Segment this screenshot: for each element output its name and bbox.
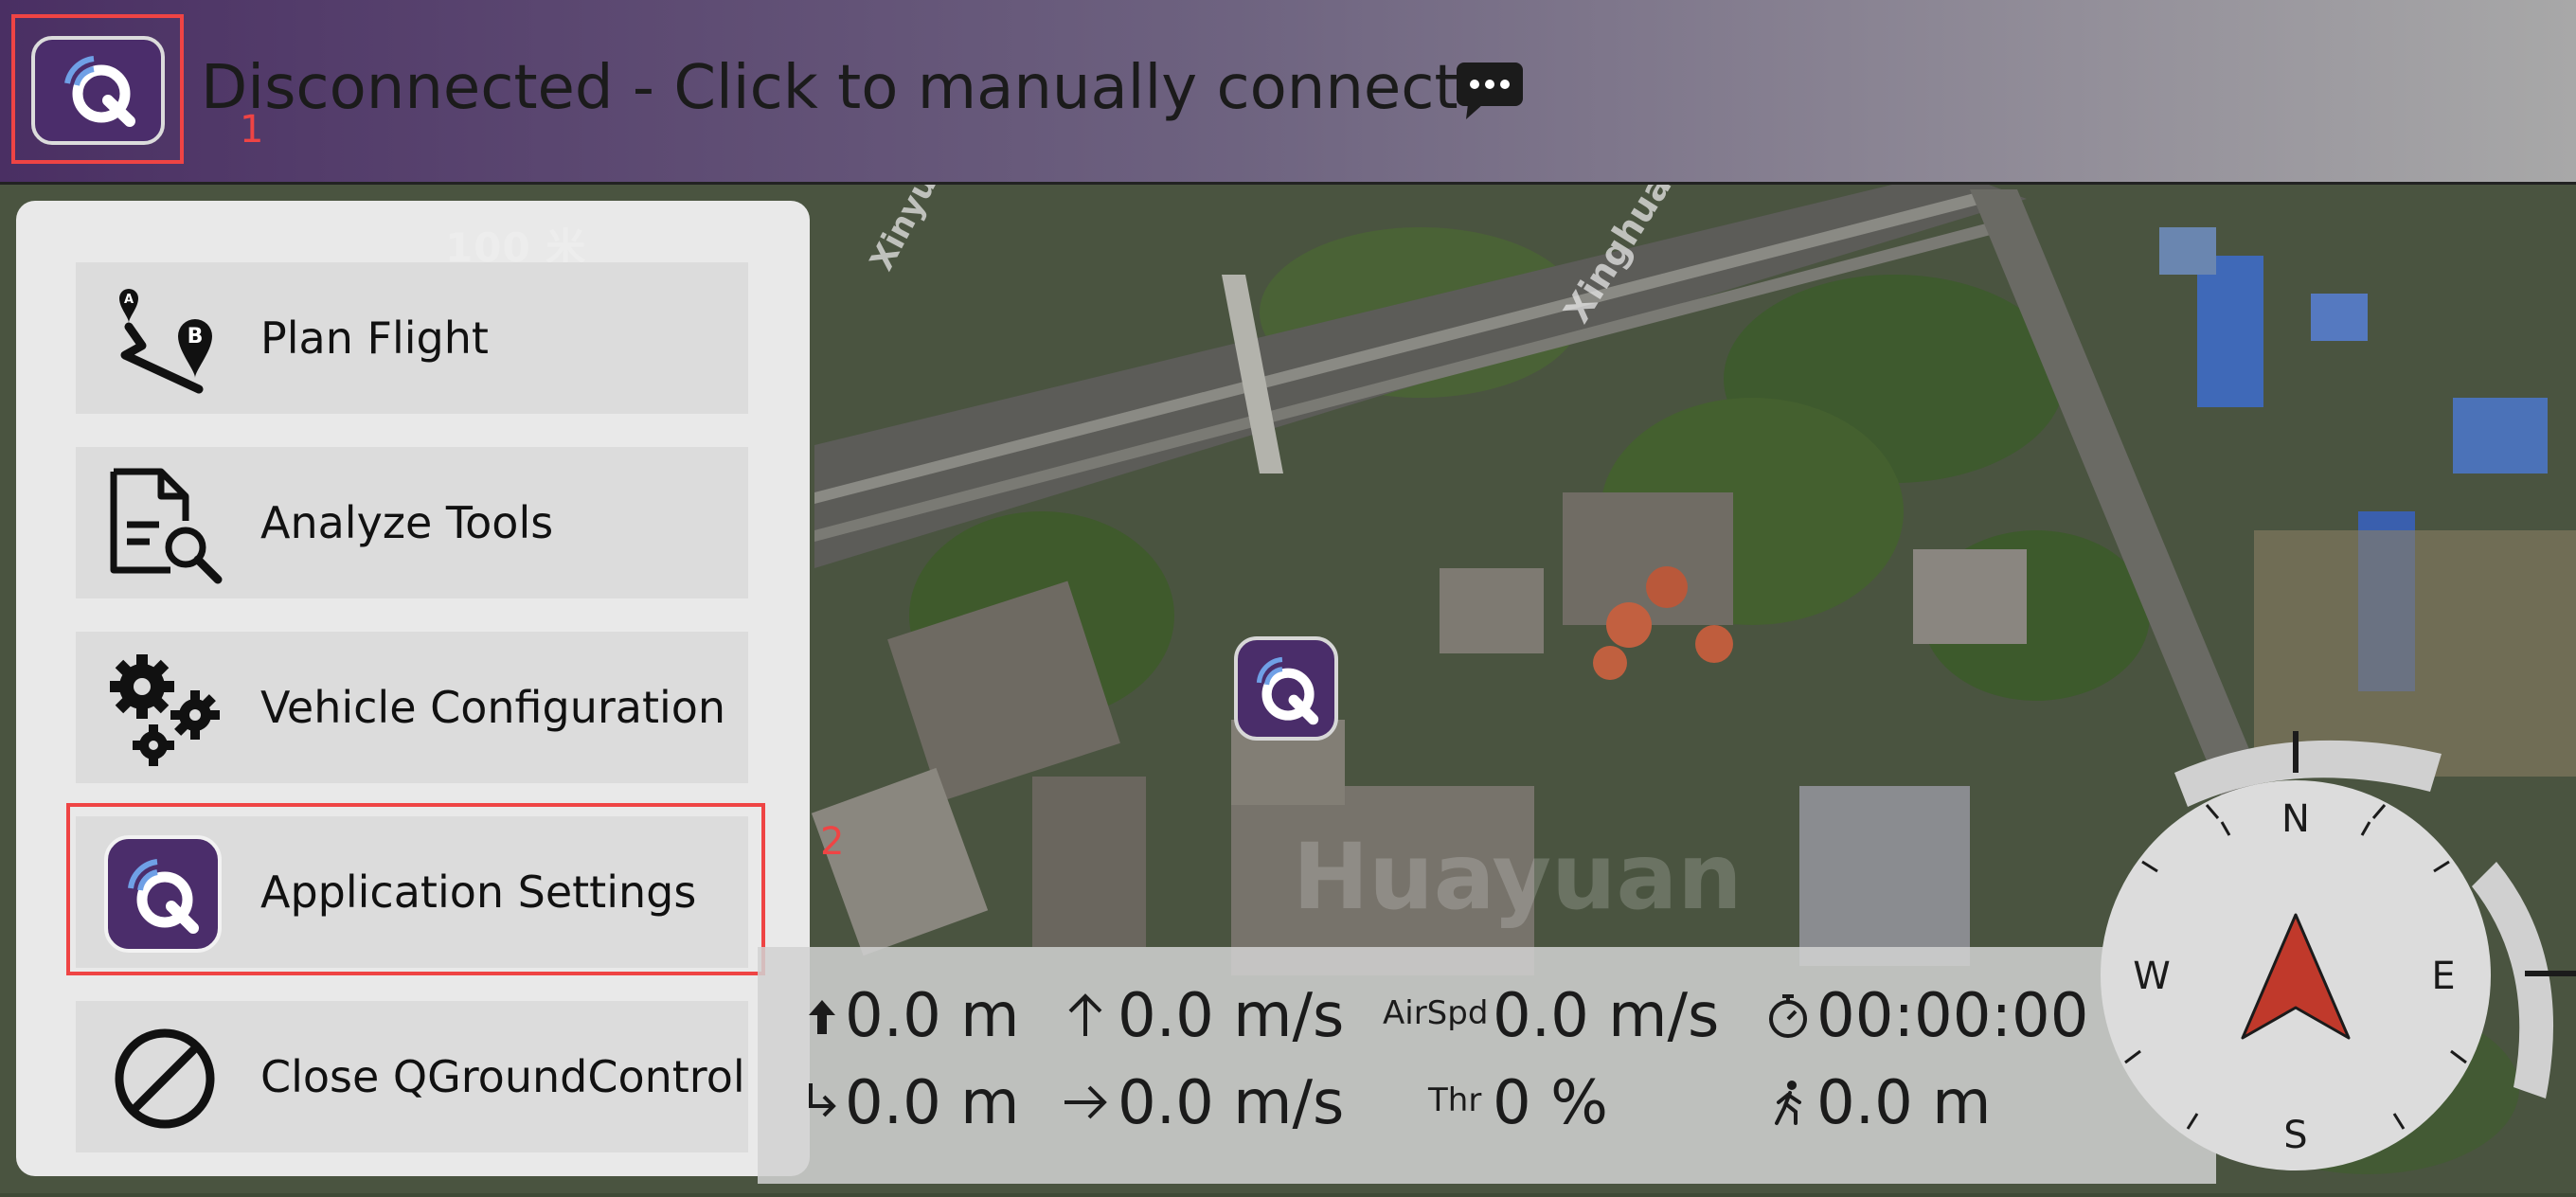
- annotation-highlight-box: [66, 803, 765, 975]
- walking-person-icon: [1775, 1081, 1801, 1125]
- gears-icon: [110, 654, 220, 766]
- compass-south-label: S: [2283, 1114, 2307, 1157]
- analyze-tools-label: Analyze Tools: [260, 497, 554, 548]
- compass-west-label: W: [2133, 955, 2171, 998]
- qgc-menu-button[interactable]: [11, 14, 184, 164]
- distance-arrow-icon: [809, 1083, 836, 1117]
- plan-flight-icon: A B: [119, 289, 212, 394]
- compass-dial: N E S W: [2101, 731, 2576, 1170]
- annotation-badge: 2: [820, 820, 845, 864]
- instrument-values-panel: 0.0 m 0.0 m/s AirSpd 0.0 m/s 00:00:00 0.…: [758, 947, 2216, 1184]
- close-qgroundcontrol-button[interactable]: Close QGroundControl: [76, 1001, 748, 1152]
- plan-flight-button[interactable]: A B Plan Flight: [76, 262, 748, 414]
- analyze-tools-button[interactable]: Analyze Tools: [76, 447, 748, 598]
- distance-to-home-value: 0.0 m: [1816, 1068, 1992, 1138]
- compass-north-label: N: [2281, 797, 2310, 841]
- altitude-value: 0.0 m: [845, 981, 1020, 1051]
- flight-time-value: 00:00:00: [1816, 981, 2089, 1051]
- throttle-value: 0 %: [1493, 1068, 1608, 1138]
- svg-text:A: A: [124, 293, 134, 307]
- horizontal-speed-value: 0.0 m/s: [1118, 1068, 1345, 1138]
- plan-flight-label: Plan Flight: [260, 313, 489, 364]
- airspeed-label: AirSpd: [1383, 994, 1489, 1032]
- svg-text:B: B: [188, 325, 204, 348]
- close-qgroundcontrol-label: Close QGroundControl: [260, 1051, 745, 1102]
- top-toolbar: 1 Disconnected - Click to manually conne…: [0, 0, 2576, 185]
- messages-icon[interactable]: [1455, 61, 1525, 121]
- vehicle-marker[interactable]: [1234, 636, 1338, 741]
- connection-status-button[interactable]: Disconnected - Click to manually connect: [201, 53, 1458, 123]
- qgc-logo-tile: [31, 36, 165, 145]
- compass-east-label: E: [2431, 955, 2455, 998]
- airspeed-value: 0.0 m/s: [1493, 981, 1720, 1051]
- vehicle-configuration-label: Vehicle Configuration: [260, 682, 726, 733]
- distance-value: 0.0 m: [845, 1068, 1020, 1138]
- main-menu-panel: A B Plan Flight Analyze Tools Vehicle Co…: [16, 201, 810, 1176]
- vertical-speed-icon: [1068, 993, 1102, 1036]
- qgc-logo-icon: [1256, 656, 1319, 725]
- horizontal-speed-icon: [1064, 1085, 1107, 1119]
- compass-widget: N E S W: [2101, 720, 2576, 1193]
- throttle-label: Thr: [1428, 1081, 1482, 1119]
- vehicle-configuration-button[interactable]: Vehicle Configuration: [76, 632, 748, 783]
- qgc-logo-icon: [64, 56, 135, 127]
- stopwatch-icon: [1769, 994, 1807, 1038]
- close-prohibit-icon: [115, 1028, 215, 1129]
- analyze-tools-icon: [110, 468, 223, 584]
- altitude-arrow-icon: [809, 1000, 835, 1034]
- vertical-speed-value: 0.0 m/s: [1118, 981, 1345, 1051]
